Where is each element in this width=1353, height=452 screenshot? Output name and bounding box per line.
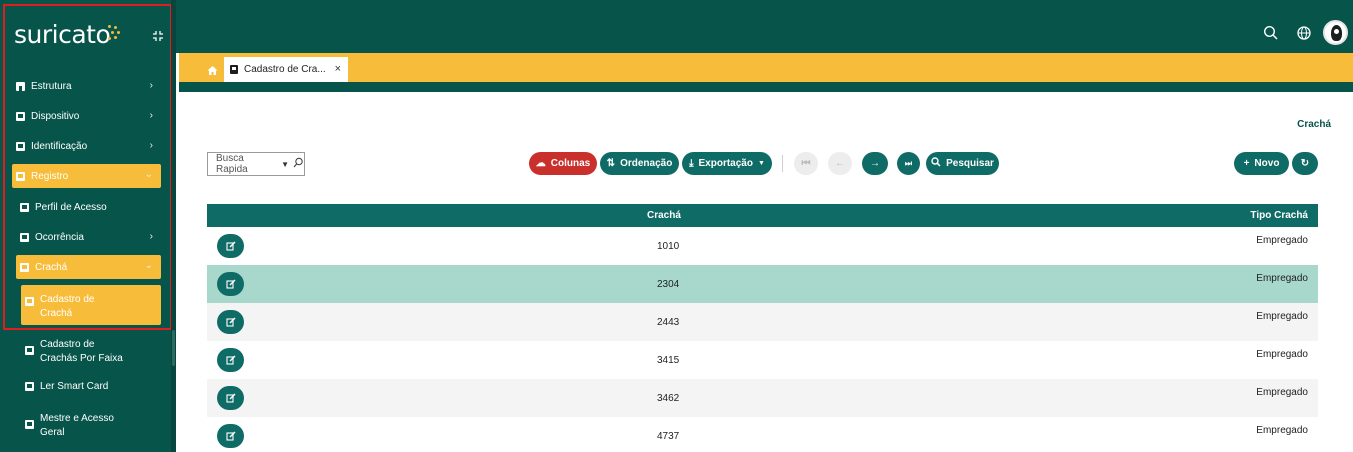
edit-button[interactable] — [217, 310, 244, 334]
table-row[interactable]: 2443 Empregado — [207, 303, 1318, 341]
sort-label: Ordenação — [620, 158, 673, 169]
search-placeholder: Busca Rapida — [216, 153, 248, 175]
edit-button[interactable] — [217, 386, 244, 410]
table-row[interactable]: 3462 Empregado — [207, 379, 1318, 417]
download-icon: ⤓ — [689, 158, 694, 169]
search-input[interactable]: Busca Rapida ▼ — [207, 152, 305, 176]
page-title: Crachá — [1297, 119, 1331, 130]
edit-icon — [225, 355, 235, 365]
search-button-label: Pesquisar — [946, 158, 994, 169]
tab-strip — [179, 53, 1353, 82]
search-icon[interactable] — [1263, 25, 1279, 41]
doc-icon — [25, 420, 34, 429]
tipo-cell: Empregado — [1256, 235, 1308, 246]
search-icon — [931, 157, 941, 170]
tab-label: Cadastro de Cra... — [244, 64, 326, 75]
edit-icon — [225, 317, 235, 327]
cloud-icon: ☁ — [535, 158, 546, 169]
export-label: Exportação — [698, 158, 753, 169]
sidebar-item-label: Ler Smart Card — [40, 380, 109, 392]
tab-strip-divider — [179, 82, 1353, 92]
sidebar-item-ler-smart-card[interactable]: Ler Smart Card — [21, 374, 166, 398]
refresh-icon: ↻ — [1300, 158, 1310, 169]
column-header-tipo-cracha[interactable]: Tipo Crachá — [1250, 210, 1308, 221]
cracha-cell: 4737 — [657, 431, 680, 442]
edit-button[interactable] — [217, 234, 244, 258]
doc-icon — [25, 381, 34, 391]
prev-page-button[interactable]: ← — [828, 152, 852, 175]
edit-icon — [225, 279, 235, 289]
tipo-cell: Empregado — [1256, 349, 1308, 360]
table-header: Crachá Tipo Crachá — [207, 204, 1318, 227]
cracha-cell: 2443 — [657, 317, 680, 328]
sidebar-item-cadastro-faixa[interactable]: Cadastro de Crachás Por Faixa — [21, 330, 161, 370]
search-icon[interactable] — [293, 157, 304, 171]
sidebar-item-label: Mestre e Acesso Geral — [40, 413, 114, 438]
app-root: suricato Estrutura › Dispositivo › Ident… — [0, 0, 1353, 452]
sidebar-scroll-thumb[interactable] — [172, 330, 175, 366]
table-row[interactable]: 4737 Empregado — [207, 417, 1318, 452]
first-page-icon: ⏮ — [801, 158, 811, 169]
doc-icon — [25, 346, 34, 355]
columns-label: Colunas — [550, 158, 591, 169]
arrow-right-icon: → — [870, 158, 880, 169]
edit-icon — [225, 393, 235, 403]
sort-button[interactable]: ⇅ Ordenação — [600, 152, 679, 175]
home-icon[interactable] — [207, 63, 218, 75]
edit-icon — [225, 241, 235, 251]
avatar[interactable] — [1323, 20, 1348, 45]
sidebar: suricato Estrutura › Dispositivo › Ident… — [0, 0, 176, 452]
column-header-cracha[interactable]: Crachá — [647, 210, 681, 221]
first-page-button[interactable]: ⏮ — [794, 152, 818, 175]
toolbar-separator — [782, 155, 783, 172]
tipo-cell: Empregado — [1256, 387, 1308, 398]
tab-cadastro-de-cracha[interactable]: Cadastro de Cra... × — [224, 57, 348, 82]
edit-button[interactable] — [217, 272, 244, 296]
refresh-button[interactable]: ↻ — [1292, 152, 1318, 175]
tipo-cell: Empregado — [1256, 311, 1308, 322]
edit-button[interactable] — [217, 424, 244, 448]
next-page-button[interactable]: → — [862, 152, 888, 175]
highlight-outline — [3, 4, 172, 330]
sidebar-item-label: Cadastro de Crachás Por Faixa — [40, 339, 123, 364]
new-button[interactable]: + Novo — [1234, 152, 1289, 175]
cracha-cell: 2304 — [657, 279, 680, 290]
columns-button[interactable]: ☁ Colunas — [529, 152, 597, 175]
plus-icon: + — [1243, 158, 1250, 169]
caret-down-icon[interactable]: ▼ — [281, 160, 289, 169]
last-page-button[interactable]: ⏭ — [897, 152, 920, 175]
search-button[interactable]: Pesquisar — [926, 152, 999, 175]
edit-button[interactable] — [217, 348, 244, 372]
edit-icon — [225, 431, 235, 441]
export-button[interactable]: ⤓ Exportação ▼ — [682, 152, 772, 175]
last-page-icon: ⏭ — [904, 158, 913, 168]
top-bar — [176, 0, 1353, 53]
sidebar-scrollbar[interactable] — [171, 0, 176, 452]
tipo-cell: Empregado — [1256, 425, 1308, 436]
cracha-cell: 1010 — [657, 241, 680, 252]
new-label: Novo — [1254, 158, 1280, 169]
table-row[interactable]: 3415 Empregado — [207, 341, 1318, 379]
sidebar-item-mestre-acesso-geral[interactable]: Mestre e Acesso Geral — [21, 404, 161, 444]
cracha-cell: 3415 — [657, 355, 680, 366]
table-row[interactable]: 2304 Empregado — [207, 265, 1318, 303]
cracha-cell: 3462 — [657, 393, 680, 404]
close-icon[interactable]: × — [335, 63, 341, 75]
sort-icon: ⇅ — [606, 158, 616, 169]
globe-icon[interactable] — [1296, 25, 1312, 41]
table-row[interactable]: 1010 Empregado — [207, 227, 1318, 265]
tipo-cell: Empregado — [1256, 273, 1308, 284]
caret-down-icon: ▼ — [757, 160, 765, 167]
doc-icon — [230, 65, 238, 74]
arrow-left-icon: ← — [835, 158, 845, 169]
